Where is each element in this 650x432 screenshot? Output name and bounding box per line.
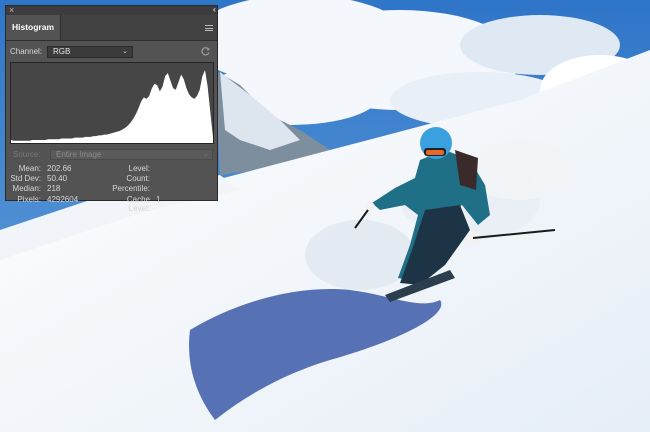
stat-median: Median: 218 (6, 184, 111, 195)
percentile-label: Percentile: (112, 184, 150, 193)
channel-dropdown[interactable]: RGB ⌄ (47, 46, 133, 58)
cache-level-value: 1 (156, 195, 161, 204)
histogram-plot (11, 70, 213, 143)
panel-menu-icon[interactable] (205, 25, 213, 31)
std-dev-label: Std Dev: (10, 174, 41, 183)
stat-cache-level: Cache Level: 1 (106, 195, 216, 213)
std-dev-value: 50.40 (47, 174, 68, 183)
histogram-panel: × ‹‹ Histogram Channel: RGB ⌄ Source: En… (5, 5, 218, 213)
chevron-down-icon: ⌄ (122, 48, 128, 55)
channel-label: Channel: (10, 47, 43, 56)
stat-percentile: Percentile: (106, 184, 216, 195)
refresh-icon[interactable] (200, 46, 211, 57)
pixels-label: Pixels: (17, 195, 41, 204)
median-label: Median: (12, 184, 41, 193)
cache-level-label: Cache Level: (126, 195, 150, 213)
count-label: Count: (126, 174, 150, 183)
panel-title-bar: × ‹‹ (6, 5, 217, 15)
source-label: Source: (13, 150, 41, 159)
channel-row: Channel: RGB ⌄ (10, 46, 213, 59)
chevron-down-icon: ⌄ (203, 151, 209, 158)
histogram-graph (10, 62, 214, 144)
panel-tab-bar: Histogram (6, 15, 217, 41)
stat-pixels: Pixels: 4292604 (6, 195, 111, 206)
tab-histogram[interactable]: Histogram (6, 15, 61, 40)
collapse-panel-icon[interactable]: ‹‹ (213, 5, 217, 15)
pixels-value: 4292604 (47, 195, 79, 204)
source-value: Entire Image (56, 150, 102, 159)
level-label: Level: (128, 164, 150, 173)
close-icon[interactable]: × (9, 5, 14, 15)
median-value: 218 (47, 184, 61, 193)
source-dropdown[interactable]: Entire Image ⌄ (50, 149, 213, 160)
channel-value: RGB (53, 47, 71, 56)
mean-label: Mean: (18, 164, 41, 173)
source-row: Source: Entire Image ⌄ (10, 149, 213, 161)
mean-value: 202.66 (47, 164, 72, 173)
histogram-area (11, 70, 213, 143)
